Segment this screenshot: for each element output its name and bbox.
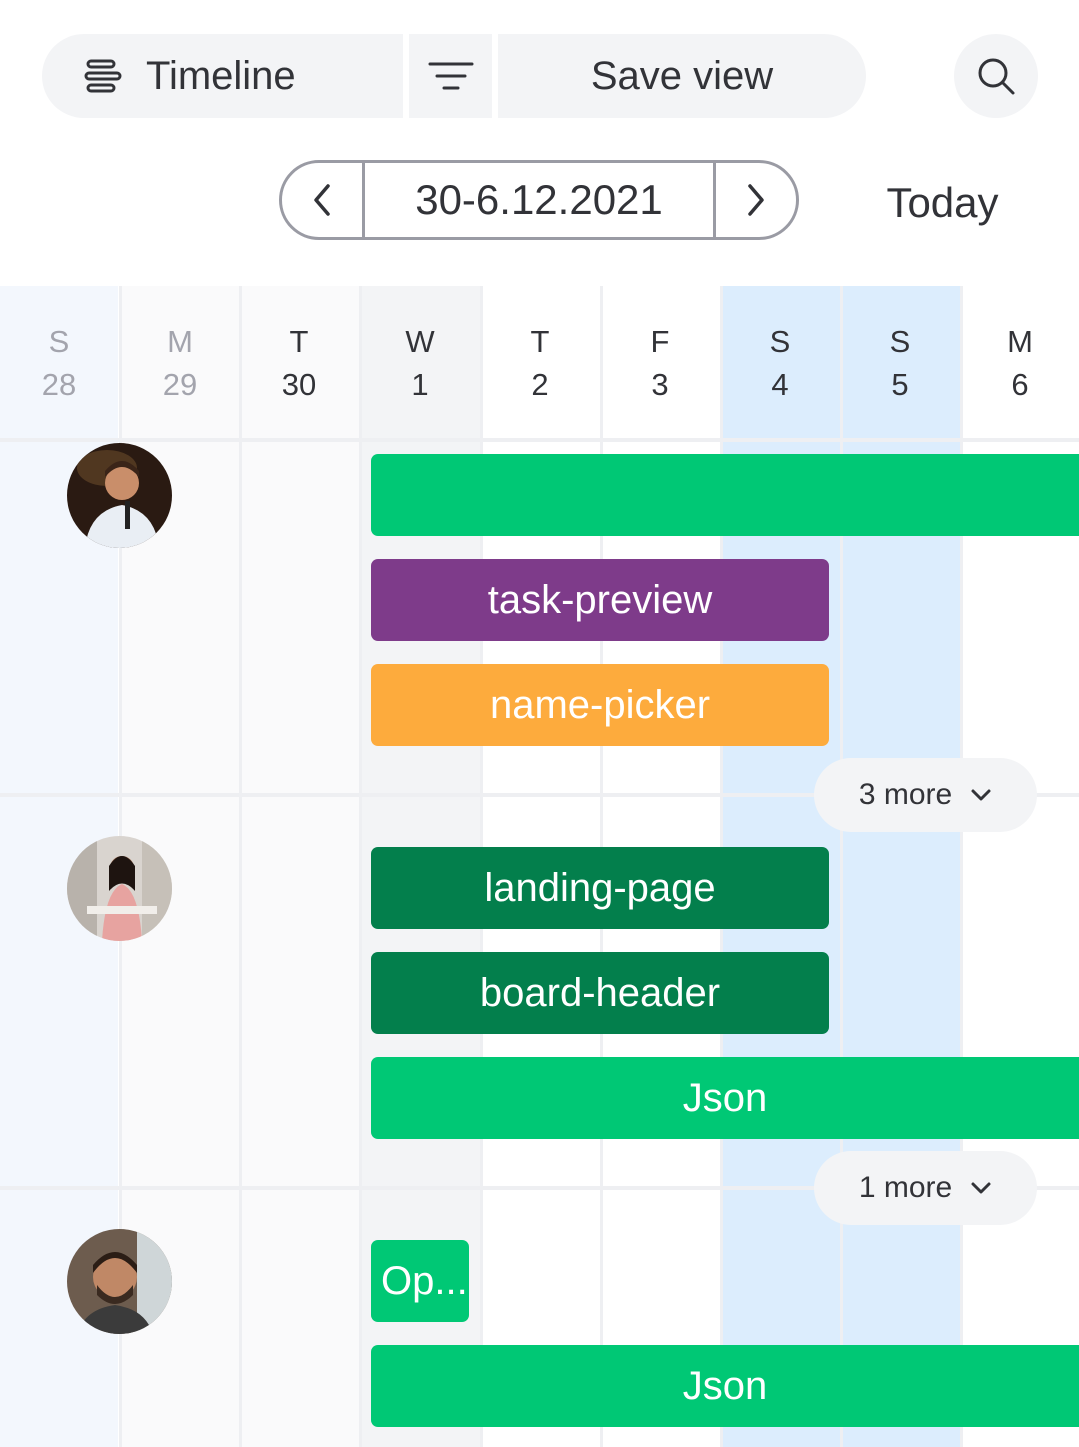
timeline-bar[interactable]: board-header xyxy=(371,952,829,1034)
chevron-left-icon xyxy=(312,183,332,217)
filter-button[interactable] xyxy=(409,34,492,118)
day-header: M6 xyxy=(1007,324,1033,402)
save-view-label: Save view xyxy=(590,53,774,98)
timeline-bar[interactable]: Json xyxy=(371,1057,1079,1139)
day-header-today: W1 xyxy=(405,324,435,402)
view-switcher-button[interactable]: Timeline xyxy=(42,34,403,118)
day-header: T 30 xyxy=(281,324,317,402)
day-header: M 29 xyxy=(162,324,198,402)
filter-icon xyxy=(428,61,474,91)
date-range-label[interactable]: 30-6.12.2021 xyxy=(362,163,716,237)
chevron-right-icon xyxy=(746,183,766,217)
timeline-bar[interactable] xyxy=(371,454,1079,536)
more-label: 1 more xyxy=(858,1171,953,1204)
search-button[interactable] xyxy=(954,34,1038,118)
chevron-down-icon xyxy=(952,788,992,802)
previous-period-button[interactable] xyxy=(282,163,362,237)
day-header: S4 xyxy=(769,324,791,402)
column-divider xyxy=(359,286,362,1447)
timeline-bar[interactable]: landing-page xyxy=(371,847,829,929)
day-column-bg xyxy=(242,286,360,1447)
row-divider xyxy=(0,438,1079,442)
view-label: Timeline xyxy=(146,53,296,98)
next-period-button[interactable] xyxy=(716,163,796,237)
save-view-button[interactable]: Save view xyxy=(498,34,866,118)
avatar[interactable] xyxy=(67,1229,172,1334)
timeline-bar[interactable]: name-picker xyxy=(371,664,829,746)
timeline-icon xyxy=(84,58,124,94)
avatar[interactable] xyxy=(67,836,172,941)
search-icon xyxy=(976,56,1016,96)
more-label: 3 more xyxy=(858,778,953,811)
day-header: S5 xyxy=(889,324,911,402)
timeline-bar[interactable]: Json xyxy=(371,1345,1079,1427)
day-header: F3 xyxy=(650,324,670,402)
show-more-button[interactable]: 3 more xyxy=(814,758,1037,832)
timeline-bar[interactable]: Op... xyxy=(371,1240,469,1322)
day-header: S 28 xyxy=(41,324,77,402)
show-more-button[interactable]: 1 more xyxy=(814,1151,1037,1225)
chevron-down-icon xyxy=(952,1181,992,1195)
timeline-bar[interactable]: task-preview xyxy=(371,559,829,641)
column-divider xyxy=(239,286,242,1447)
date-navigator: 30-6.12.2021 xyxy=(279,160,799,240)
avatar[interactable] xyxy=(67,443,172,548)
day-header: T2 xyxy=(530,324,550,402)
today-button[interactable]: Today xyxy=(870,168,1015,238)
